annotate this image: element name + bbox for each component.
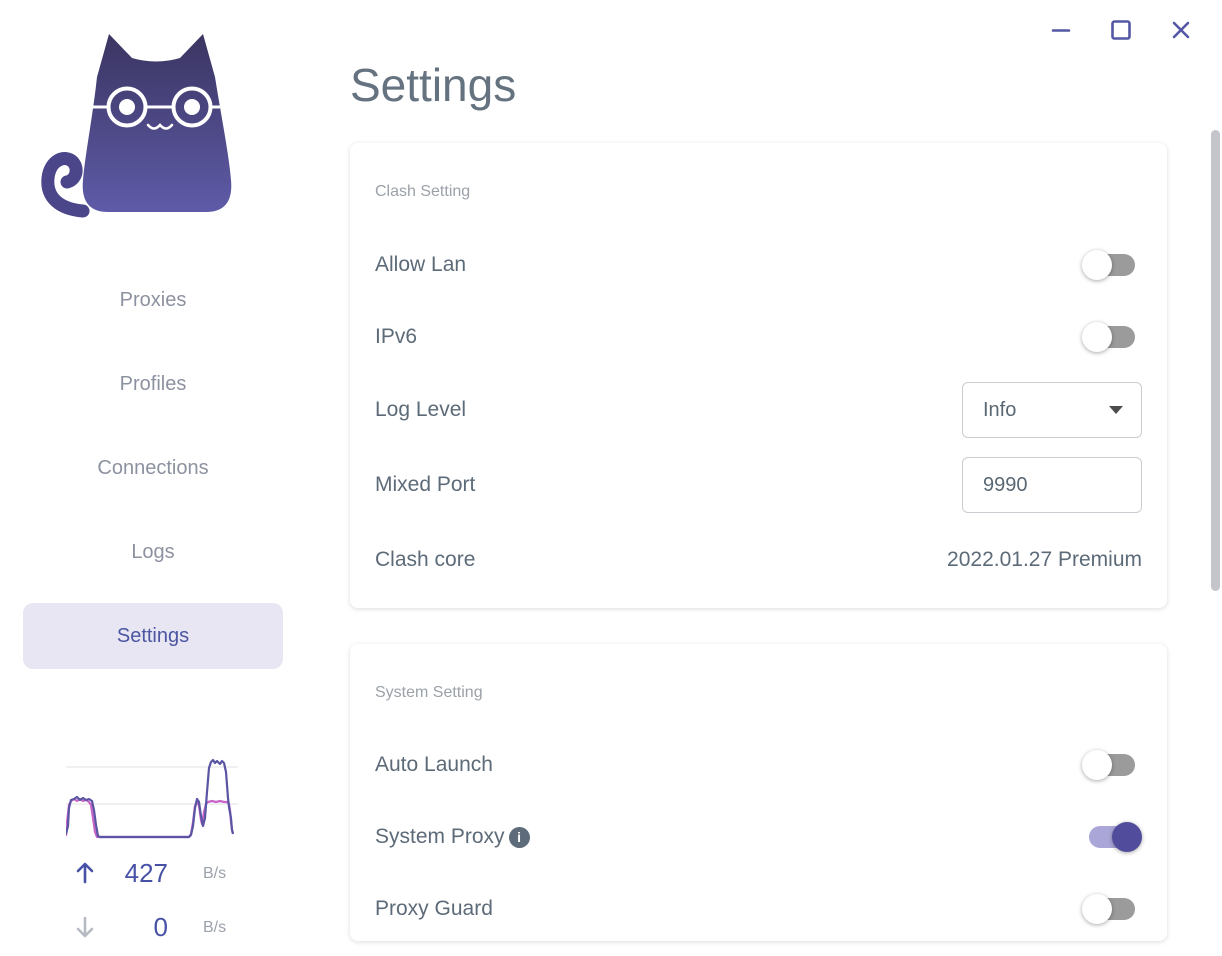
setting-label: Clash core — [375, 548, 476, 571]
sidebar-item-logs[interactable]: Logs — [23, 519, 283, 585]
minimize-button[interactable] — [1044, 14, 1078, 46]
toggle-knob — [1082, 322, 1112, 352]
download-arrow-icon — [76, 916, 94, 938]
upload-unit: B/s — [203, 865, 227, 882]
toggle-knob — [1082, 894, 1112, 924]
setting-row-ipv6: IPv6 — [375, 309, 1142, 365]
system-proxy-toggle[interactable] — [1082, 821, 1142, 853]
clash-setting-card: Clash Setting Allow Lan IPv6 Log Level I… — [350, 143, 1167, 608]
cat-eye-right — [184, 99, 200, 115]
select-value: Info — [983, 398, 1017, 421]
setting-row-log-level: Log Level Info — [375, 382, 1142, 438]
toggle-knob — [1112, 822, 1142, 852]
sidebar-item-proxies[interactable]: Proxies — [23, 267, 283, 333]
clash-core-version: 2022.01.27 Premium — [947, 548, 1142, 571]
download-value: 0 — [153, 912, 168, 942]
proxy-guard-toggle[interactable] — [1082, 893, 1142, 925]
upload-value: 427 — [124, 858, 168, 888]
section-label: Clash Setting — [375, 183, 471, 200]
download-stat: 0 B/s — [0, 912, 305, 942]
clash-cat-logo — [41, 34, 232, 218]
toggle-knob — [1082, 750, 1112, 780]
log-level-select[interactable]: Info — [962, 382, 1142, 438]
setting-label: System Proxy — [375, 825, 505, 848]
setting-row-proxy-guard: Proxy Guard — [375, 881, 1142, 937]
upload-stat: 427 B/s — [0, 858, 305, 888]
sidebar: Proxies Profiles Connections Logs Settin… — [0, 0, 305, 956]
setting-row-allow-lan: Allow Lan — [375, 237, 1142, 293]
setting-label: Log Level — [375, 398, 467, 421]
info-icon[interactable]: i — [508, 826, 530, 848]
maximize-button[interactable] — [1104, 14, 1138, 46]
minimize-icon — [1051, 29, 1071, 32]
setting-label: Proxy Guard — [375, 897, 493, 920]
traffic-line-primary — [66, 758, 235, 839]
sidebar-item-connections[interactable]: Connections — [23, 435, 283, 501]
close-icon — [1172, 21, 1190, 39]
download-unit: B/s — [203, 919, 227, 936]
setting-label: Allow Lan — [375, 253, 467, 276]
sidebar-item-settings[interactable]: Settings — [23, 603, 283, 669]
cat-body — [82, 34, 232, 212]
setting-label: IPv6 — [375, 325, 418, 348]
chevron-down-icon — [1109, 406, 1123, 414]
system-setting-card: System Setting Auto Launch System Proxy … — [350, 644, 1167, 941]
setting-row-mixed-port: Mixed Port — [375, 457, 1142, 513]
ipv6-toggle[interactable] — [1082, 321, 1142, 353]
setting-label: Auto Launch — [375, 753, 493, 776]
maximize-icon — [1111, 20, 1131, 40]
cat-tail — [41, 152, 90, 218]
setting-row-system-proxy: System Proxy i — [375, 809, 1142, 865]
toggle-knob — [1082, 250, 1112, 280]
upload-arrow-icon — [76, 862, 94, 884]
setting-row-auto-launch: Auto Launch — [375, 737, 1142, 793]
cat-eye-left — [119, 99, 135, 115]
page-title: Settings — [350, 59, 517, 111]
close-button[interactable] — [1164, 14, 1198, 46]
scrollbar-thumb[interactable] — [1211, 130, 1220, 591]
auto-launch-toggle[interactable] — [1082, 749, 1142, 781]
sidebar-item-profiles[interactable]: Profiles — [23, 351, 283, 417]
setting-label: Mixed Port — [375, 473, 476, 496]
setting-row-clash-core: Clash core 2022.01.27 Premium — [375, 532, 1142, 588]
allow-lan-toggle[interactable] — [1082, 249, 1142, 281]
section-label: System Setting — [375, 684, 483, 701]
traffic-graph — [66, 758, 238, 839]
mixed-port-input[interactable] — [962, 457, 1142, 513]
